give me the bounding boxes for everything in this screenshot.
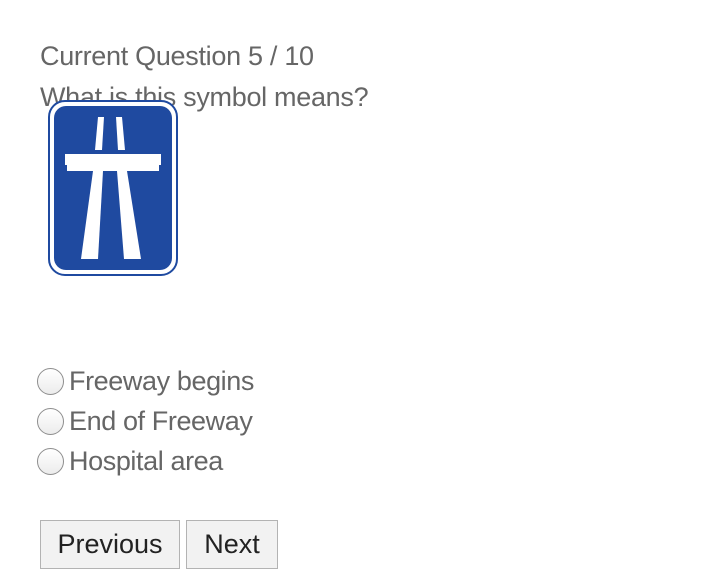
option-label: Freeway begins (69, 365, 254, 396)
question-image (48, 100, 178, 276)
previous-button[interactable]: Previous (40, 520, 180, 569)
radio-button[interactable] (37, 407, 64, 435)
option-label: Hospital area (69, 445, 223, 476)
option-label: End of Freeway (69, 405, 253, 436)
next-button[interactable]: Next (186, 520, 278, 569)
option-hospital-area[interactable]: Hospital area (37, 441, 254, 481)
radio-button[interactable] (37, 367, 64, 395)
option-freeway-begins[interactable]: Freeway begins (37, 361, 254, 401)
answer-options: Freeway begins End of Freeway Hospital a… (37, 361, 254, 481)
radio-button[interactable] (37, 447, 64, 475)
option-end-of-freeway[interactable]: End of Freeway (37, 401, 254, 441)
navigation-buttons: Previous Next (40, 520, 284, 569)
freeway-sign-icon (48, 100, 178, 276)
question-counter: Current Question 5 / 10 (40, 41, 314, 71)
